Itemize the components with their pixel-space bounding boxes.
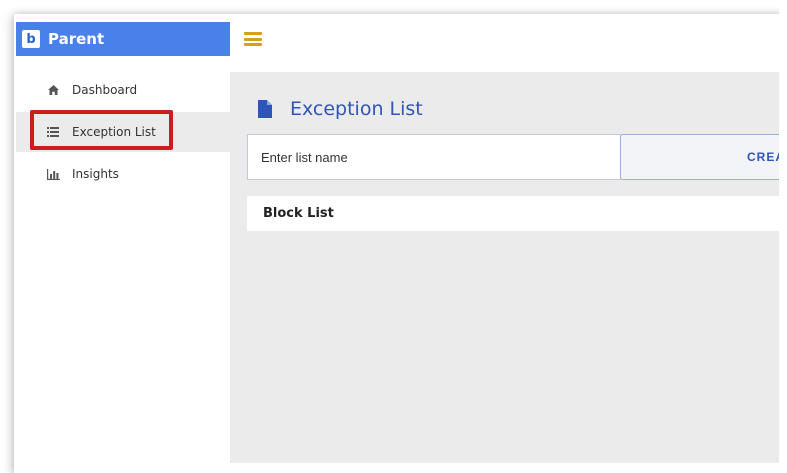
block-list-label: Block List (263, 206, 334, 221)
page-title: Exception List (290, 98, 423, 120)
main-content: Exception List CREA Block List (230, 72, 787, 463)
brand-title: Parent (48, 30, 105, 48)
list-name-input[interactable] (247, 134, 621, 180)
sidebar-item-dashboard[interactable]: Dashboard (16, 70, 230, 110)
hamburger-icon[interactable] (244, 32, 262, 46)
sidebar-item-label: Exception List (72, 125, 156, 139)
page-header: Exception List (258, 98, 423, 120)
sidebar-item-insights[interactable]: Insights (16, 154, 230, 194)
bar-chart-icon (46, 168, 60, 180)
home-icon (46, 85, 60, 95)
create-button[interactable]: CREA (620, 134, 787, 180)
brand-logo: b (22, 30, 40, 48)
top-bar (230, 22, 787, 56)
sidebar-item-label: Insights (72, 167, 119, 181)
list-icon (46, 127, 60, 137)
right-edge (779, 0, 787, 473)
sidebar: Dashboard Exception List Insights (16, 56, 230, 473)
brand-header[interactable]: b Parent (16, 22, 230, 56)
block-list-header[interactable]: Block List (247, 196, 787, 231)
sidebar-item-exception-list[interactable]: Exception List (16, 112, 230, 152)
sidebar-item-label: Dashboard (72, 83, 138, 97)
document-icon (258, 100, 272, 118)
